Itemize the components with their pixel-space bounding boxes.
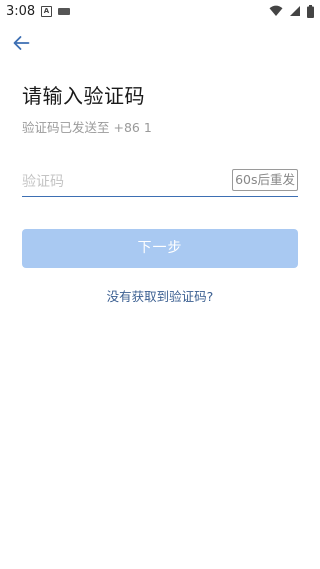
sent-to-phone-hint: 验证码已发送至 +86 1 (22, 120, 152, 135)
code-field: 60s后重发 (22, 168, 298, 197)
resend-countdown-button[interactable]: 60s后重发 (232, 169, 298, 191)
status-time: 3:08 (6, 4, 36, 19)
arrow-left-icon (13, 36, 30, 50)
back-button[interactable] (10, 33, 32, 53)
page-title: 请输入验证码 (22, 84, 145, 108)
status-bar: 3:08 A (0, 0, 320, 24)
battery-icon (307, 4, 314, 18)
no-code-received-link[interactable]: 没有获取到验证码? (0, 286, 320, 305)
signal-icon (290, 6, 300, 16)
text-a-icon: A (41, 6, 52, 17)
verification-code-input[interactable] (22, 168, 222, 196)
next-step-button[interactable]: 下一步 (22, 229, 298, 268)
keyboard-icon (58, 8, 70, 15)
verification-code-screen: 3:08 A 请输入验证码 验证码已发送至 +86 1 60s后重发 下一步 没… (0, 0, 320, 569)
status-icons (269, 4, 314, 18)
wifi-icon (269, 5, 283, 16)
